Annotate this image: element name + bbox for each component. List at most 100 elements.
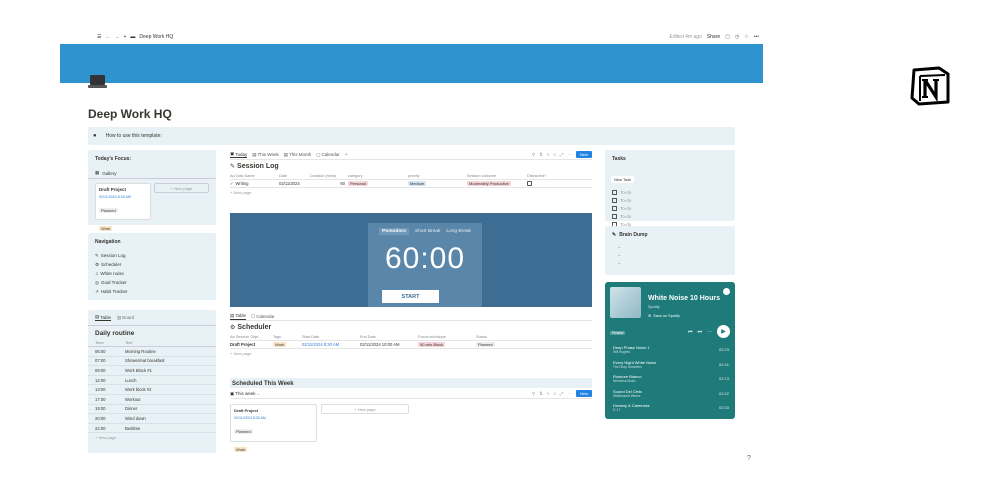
expand-icon[interactable]: ⤢ — [560, 391, 564, 396]
filter-icon[interactable]: ⚲ — [532, 391, 535, 397]
play-button[interactable]: ▶ — [717, 325, 730, 338]
sidebar-toggle-icon[interactable]: ☰ — [97, 34, 101, 40]
tab-calendar[interactable]: ▢ Calendar — [251, 313, 275, 319]
track-item[interactable]: Every Night White Noise The Deep Dreamers… — [611, 360, 729, 375]
tab-table[interactable]: ▤ Table — [230, 313, 247, 320]
add-icon[interactable]: + — [123, 34, 126, 40]
table-row[interactable]: 07:00 Shower/eat breakfast — [88, 357, 216, 367]
focus-card[interactable]: Draft Project 02/11/2024 8:30 AM Planned… — [95, 183, 151, 231]
nav-white-noise[interactable]: ♫ White noise — [95, 269, 209, 278]
gallery-tab[interactable]: ▦ Gallery — [88, 168, 216, 179]
back-icon[interactable]: ← — [105, 34, 110, 40]
tab-long-break[interactable]: Long Break — [446, 229, 471, 234]
nav-session-log[interactable]: ✎ Session Log — [95, 251, 209, 260]
nav-scheduler[interactable]: ⚙ Scheduler — [95, 260, 209, 269]
tab-this-week[interactable]: ▤ This Week — [252, 152, 278, 158]
todo-item[interactable]: To-do — [612, 188, 728, 196]
braindump-line[interactable]: – — [618, 260, 722, 268]
checkbox[interactable] — [612, 213, 617, 219]
start-button[interactable]: START — [382, 290, 439, 303]
bolt-icon[interactable]: ϟ — [547, 152, 549, 157]
braindump-line[interactable]: – — [618, 252, 722, 260]
table-row[interactable]: 12:00 Lunch — [88, 376, 216, 386]
new-page-link[interactable]: + New page — [88, 433, 216, 442]
row-time: 06:00 — [95, 348, 106, 354]
table-row[interactable]: ✓ Writing 02/11/2024 60 Personal Medium M… — [230, 180, 592, 188]
breadcrumb[interactable]: Deep Work HQ — [139, 34, 173, 40]
expand-icon[interactable]: ⤢ — [560, 152, 564, 157]
session-title: Session Log — [237, 163, 279, 170]
checkbox[interactable] — [612, 205, 617, 211]
forward-icon[interactable]: → — [114, 34, 119, 40]
track-item[interactable]: Dreamy & Calmness D.J.T 02:33 — [611, 403, 729, 418]
new-button[interactable]: New — [575, 151, 592, 158]
save-on-spotify[interactable]: ⊕ Save on Spotify — [648, 313, 680, 319]
routine-header: Time Text — [88, 339, 216, 347]
checkbox[interactable] — [612, 197, 617, 203]
nav-goal-tracker[interactable]: ◎ Goal Tracker — [95, 278, 209, 287]
table-row[interactable]: 22:00 Bedtime — [88, 424, 216, 434]
nav-label: Scheduler — [101, 262, 122, 267]
skip-back-icon[interactable]: ⏮ — [688, 329, 693, 335]
nav-habit-tracker[interactable]: ↗ Habit Tracker — [95, 287, 209, 296]
star-icon[interactable]: ☆ — [744, 34, 748, 40]
table-row[interactable]: 06:00 Morning Routine — [88, 347, 216, 357]
new-page-card[interactable]: + New page — [154, 183, 209, 193]
track-duration: 02:22 — [718, 390, 729, 396]
tab-this-month[interactable]: ▤ This Month — [284, 152, 312, 158]
callout[interactable]: ● How to use this template: — [88, 127, 735, 145]
tab-this-week[interactable]: ▣ This week ⌄ — [230, 391, 260, 397]
table-row[interactable]: 17:00 Workout — [88, 395, 216, 405]
more-icon[interactable]: ··· — [707, 329, 712, 335]
new-page-link[interactable]: + New page — [230, 349, 592, 358]
sort-icon[interactable]: ⇅ — [539, 152, 543, 158]
track-list: Deep Phase Noise 1 Will Hughes 02:23 Every … — [611, 345, 729, 418]
tab-calendar[interactable]: ▢ Calendar — [316, 152, 340, 158]
status-badge: Planned — [476, 342, 495, 347]
more-icon[interactable]: ··· — [567, 391, 572, 396]
comment-icon[interactable]: ▢ — [725, 34, 730, 40]
tab-today[interactable]: ▣ Today — [230, 151, 248, 158]
table-row[interactable]: 19:00 Dinner — [88, 405, 216, 415]
sort-icon[interactable]: ⇅ — [539, 391, 543, 397]
filter-icon[interactable]: ⚲ — [532, 152, 535, 158]
help-button[interactable]: ? — [747, 455, 751, 462]
skip-forward-icon[interactable]: ⏭ — [697, 329, 702, 335]
table-row[interactable]: 20:00 Wind down — [88, 414, 216, 424]
clock-icon[interactable]: ◷ — [735, 34, 739, 40]
calendar-icon: ▣ — [230, 151, 235, 156]
track-item[interactable]: Sound Del Cielo Whitesound Waves 02:22 — [611, 389, 729, 404]
table-row[interactable]: 09:00 Work Block #1 — [88, 366, 216, 376]
more-icon[interactable]: ··· — [567, 152, 572, 157]
search-icon[interactable]: ⌕ — [553, 152, 556, 157]
bolt-icon[interactable]: ϟ — [547, 391, 549, 396]
tab-board[interactable]: ▥ Board — [117, 315, 134, 321]
table-row[interactable]: 13:00 Work block #2 — [88, 385, 216, 395]
col-outcome: Session outcome — [467, 174, 497, 178]
row-text: Work block #2 — [125, 387, 152, 393]
share-button[interactable]: Share — [707, 34, 720, 40]
tab-pomodoro[interactable]: Pomodoro — [379, 228, 410, 235]
table-icon: ▤ — [95, 314, 100, 319]
checkbox[interactable] — [612, 189, 617, 195]
new-page-card[interactable]: + New page — [321, 404, 409, 414]
braindump-line[interactable]: – — [618, 244, 722, 252]
search-icon[interactable]: ⌕ — [553, 391, 556, 396]
tool-icon: ✎ — [95, 252, 99, 258]
tab-table[interactable]: ▤ Table — [95, 314, 112, 321]
more-icon[interactable]: ••• — [754, 34, 759, 40]
tab-short-break[interactable]: Short Break — [415, 229, 440, 234]
week-card[interactable]: Draft Project 02/11/2024 8:30 AM Planned… — [230, 404, 317, 452]
new-button[interactable]: New — [575, 390, 592, 397]
new-page-link[interactable]: + New page — [230, 188, 592, 197]
distracted-checkbox[interactable] — [527, 180, 532, 186]
table-row[interactable]: Draft Project Work 02/11/2024 8:30 AM 02… — [230, 341, 592, 349]
add-view-icon[interactable]: + — [345, 152, 348, 158]
track-item[interactable]: Deep Phase Noise 1 Will Hughes 02:23 — [611, 345, 729, 360]
todo-item[interactable]: To-do — [612, 204, 728, 212]
track-item[interactable]: Ruimore Bianco Nebulosa Music 02:13 — [611, 374, 729, 389]
col-date: Date — [279, 174, 288, 178]
todo-item[interactable]: To-do — [612, 212, 728, 220]
todo-item[interactable]: To-do — [612, 196, 728, 204]
new-task-button[interactable]: New Task — [611, 176, 635, 183]
